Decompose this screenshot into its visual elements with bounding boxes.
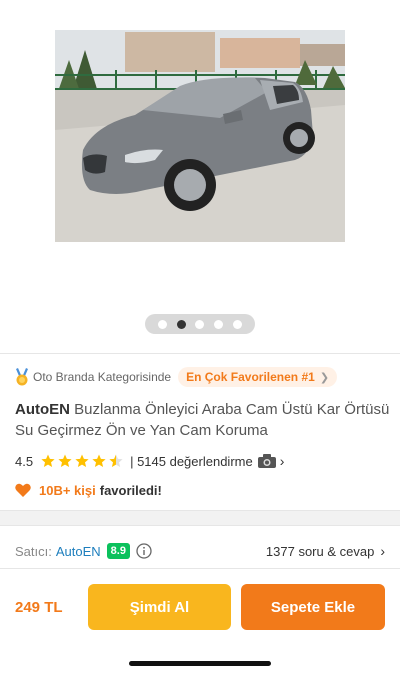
favorites-row: 10B+ kişi favoriledi! [15, 480, 162, 500]
price: 249 TL [15, 599, 63, 616]
product-title: AutoEN Buzlanma Önleyici Araba Cam Üstü … [15, 399, 390, 441]
star-full-icon [92, 454, 106, 467]
rating-row[interactable]: 4.5 | 5145 değerlendirme › [15, 451, 284, 471]
review-count: | 5145 değerlendirme [130, 453, 253, 469]
favorites-text: favoriledi! [99, 482, 162, 498]
chevron-right-icon: › [279, 453, 285, 469]
chevron-right-icon: › [380, 543, 385, 559]
rating-value: 4.5 [15, 453, 34, 469]
star-full-icon [41, 454, 55, 467]
gallery-pagination[interactable] [145, 314, 255, 334]
car-cover-image [55, 30, 345, 242]
category-row: Oto Branda Kategorisinde En Çok Favorile… [15, 367, 338, 387]
buy-now-button[interactable]: Şimdi Al [88, 584, 231, 630]
home-indicator[interactable] [129, 661, 271, 666]
most-favorited-badge[interactable]: En Çok Favorilenen #1 ❯ [178, 367, 338, 387]
product-brand[interactable]: AutoEN [15, 401, 70, 418]
product-name: Buzlanma Önleyici Araba Cam Üstü Kar Ört… [15, 401, 390, 439]
badge-label: En Çok Favorilenen #1 [186, 370, 315, 384]
pagination-dot[interactable] [233, 319, 243, 329]
heart-icon [15, 483, 31, 497]
medal-icon [16, 368, 28, 386]
seller-row: Satıcı: AutoEN 8.9 1377 soru & cevap › [15, 541, 385, 561]
chevron-right-icon: ❯ [319, 371, 330, 384]
category-text: Oto Branda Kategorisinde [33, 370, 172, 384]
pagination-dot-active[interactable] [176, 319, 186, 329]
section-separator [0, 510, 400, 526]
star-full-icon [58, 454, 72, 467]
favorites-count: 10B+ kişi [39, 482, 96, 498]
camera-icon [257, 454, 276, 468]
purchase-bar: 249 TL Şimdi Al Sepete Ekle [0, 568, 400, 674]
seller-name-link[interactable]: AutoEN [56, 544, 101, 559]
seller-score-badge: 8.9 [106, 543, 130, 559]
pagination-dot[interactable] [214, 319, 224, 329]
star-half-icon [109, 454, 123, 467]
add-to-cart-button[interactable]: Sepete Ekle [241, 584, 385, 630]
rating-stars [41, 454, 126, 468]
seller-label: Satıcı: [15, 543, 52, 559]
product-photo[interactable] [55, 30, 345, 242]
questions-answers-link[interactable]: 1377 soru & cevap › [266, 543, 385, 559]
divider [0, 353, 400, 354]
pagination-dot[interactable] [195, 319, 205, 329]
qa-label: 1377 soru & cevap [265, 543, 375, 559]
info-icon[interactable] [136, 543, 152, 559]
product-gallery[interactable] [0, 0, 400, 352]
pagination-dot[interactable] [157, 319, 167, 329]
star-full-icon [75, 454, 89, 467]
